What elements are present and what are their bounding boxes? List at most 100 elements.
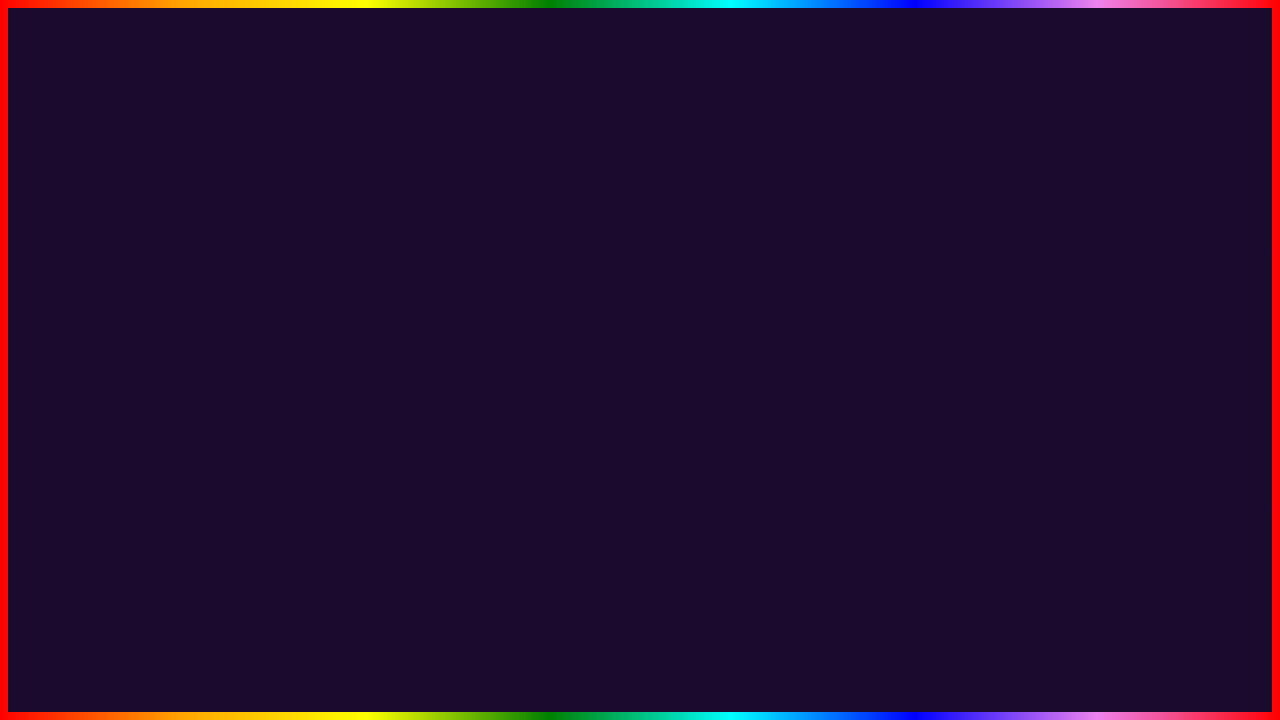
panel-item[interactable]: MM2 Auto Farm.txt	[1015, 587, 1199, 605]
panel-item[interactable]: Lumber Dominator.txt	[1015, 569, 1199, 587]
window-titlebar-4: Vega X - Script Hub | Page 3 ✕	[90, 270, 368, 295]
options-button[interactable]: Options	[693, 647, 772, 673]
list-item[interactable]: Console Output Copy Tool	[195, 355, 285, 369]
list-item[interactable]: FE Hat Oto Tools	[195, 368, 285, 382]
list-item[interactable]: R6 Replication GUI	[195, 316, 285, 330]
code-line: (0,-500,0)	[479, 601, 998, 619]
ui-themes-label[interactable]: UI Themes	[1079, 332, 1133, 344]
tab-scriptbox3[interactable]: Scriptbox3	[606, 356, 687, 378]
checkbox-box[interactable]	[481, 332, 493, 344]
refresh-button[interactable]: Refresh	[883, 647, 963, 673]
tab-scriptbox1[interactable]: Scriptbox 1	[441, 356, 525, 378]
list-item[interactable]: Robloxian Highschool 2	[325, 148, 430, 162]
list-item[interactable]: 'B To Toggle ESP	[293, 406, 370, 420]
window-title-3: Vega X - Script Hub | Page 3	[230, 94, 371, 107]
list-item[interactable]: Islands OP GUI	[97, 407, 187, 421]
window-col-misc-4: Misc. Survive The Killer Tank Warefare A…	[293, 299, 371, 433]
panel-item[interactable]: PrisonHax.txt	[1015, 605, 1199, 623]
list-item[interactable]: Acuum GUI	[98, 420, 188, 434]
list-item[interactable]: Pro-Boxing GUI	[325, 161, 430, 175]
panel-item[interactable]: Enable Reset Charac...	[1015, 533, 1199, 551]
list-item[interactable]: Loomian Legacy Jump	[438, 149, 539, 163]
window-close-4[interactable]: ✕	[346, 274, 360, 288]
transparent-checkbox[interactable]: Transparent	[481, 332, 556, 344]
col-header-extras1-3: Extras	[439, 120, 540, 133]
panel-file-list[interactable]: Advanced Prison Life... Anti-AFK.txt Aut…	[1015, 425, 1199, 640]
list-item[interactable]: Typical Colors 2 HBE	[293, 367, 371, 381]
window-cols-4: Games Car Crushers 3 GUI A Bizarre Day G…	[90, 293, 369, 440]
title-left: V Transparent	[451, 327, 556, 349]
window-cols-3: Ga... Legends... Fishing Simulator TOPKE…	[221, 112, 650, 209]
list-item[interactable]: Prison Life Gun Mod	[325, 187, 430, 201]
col-header-extras2-3: Extras	[547, 121, 637, 134]
panel-item-selected[interactable]: BrokenBonesIV.txt	[1015, 479, 1199, 497]
list-item[interactable]: Blox Fruts Cheat ESP	[293, 341, 371, 355]
panel-item[interactable]: Advanced Prison Life...	[1015, 425, 1199, 443]
window-close-3[interactable]: ✕	[628, 97, 642, 111]
code-line: if _G.farm then	[479, 475, 998, 493]
panel-item[interactable]: SharkBite.txt	[1015, 623, 1199, 640]
close-button[interactable]: ✕	[1172, 332, 1189, 345]
code-area[interactable]: 12345 678910 11121314 local player = gam…	[441, 379, 1014, 640]
col-header-games-1: Games	[45, 90, 142, 105]
list-item[interactable]: Car Crushers 3 GUI	[97, 316, 187, 330]
list-item[interactable]: Prison Life	[138, 149, 228, 164]
scroll-y[interactable]	[1006, 379, 1014, 640]
col-header-mi-3: Mi...	[326, 119, 431, 132]
list-item[interactable]: Survive The Killer	[293, 315, 371, 329]
script-hub-button[interactable]: Script Hub	[781, 647, 875, 673]
main-titlebar: V Transparent Vega X - v1.9.7a UI Themes…	[441, 321, 1199, 356]
list-item[interactable]: Lumber Tycoon 2 Break All	[294, 419, 371, 433]
panel-item[interactable]: Anti-AFK.txt	[1015, 443, 1199, 461]
add-tab-button[interactable]: Add Tab	[1015, 379, 1199, 402]
panel-item[interactable]: AutoRob.txt	[1015, 461, 1199, 479]
list-item[interactable]: Ragdoll Engine Break Map	[97, 368, 187, 382]
list-item[interactable]: The Facility	[439, 136, 540, 150]
col-header-games-4: Games	[97, 300, 187, 313]
list-item[interactable]: Blox Fruts Flower ESP	[293, 354, 371, 368]
attach-button[interactable]: Attach	[971, 647, 1043, 673]
window-col-games-2: Games Murder Mystery 2 Jailbreak Auto-Ro…	[137, 81, 228, 164]
tab-scriptbox2[interactable]: Scriptbox2	[525, 356, 606, 378]
list-item[interactable]: Frost Console Remote Spy	[195, 342, 285, 356]
list-item[interactable]: FE Trolling GUI #2	[195, 381, 285, 395]
list-item[interactable]: Tank Warefare Arcade ! E	[293, 328, 371, 342]
list-item[interactable]: Tower Of Hell Tool Giver	[97, 394, 187, 408]
list-item[interactable]: Jailbreak Auto Drive	[97, 381, 187, 395]
list-item[interactable]: Infinite Jump	[438, 162, 539, 176]
window-col-extras2-3: Extras Auto Win Script	[547, 121, 638, 203]
window-close-2[interactable]: ✕	[366, 53, 380, 67]
list-item[interactable]: A Bizarre Day GUI	[97, 329, 187, 343]
list-item[interactable]: Sorting Fren...	[325, 135, 430, 149]
scroll-thumb	[1008, 390, 1014, 430]
line-numbers: 12345 678910 11121314	[441, 379, 471, 640]
code-line: _G.farm=true	[479, 439, 998, 457]
remove-tab-button[interactable]: Remove Tab	[1015, 402, 1199, 425]
list-item[interactable]: Suf GUI	[293, 380, 371, 394]
main-content: 12345 678910 11121314 local player = gam…	[441, 379, 1199, 640]
list-item[interactable]: Auto R...	[49, 197, 146, 213]
code-line: CFrame.new(0,26,-172))	[479, 619, 998, 637]
list-item[interactable]: Fishing Simulator	[227, 147, 317, 161]
save-file-button[interactable]: Save File	[597, 647, 685, 673]
code-line: while wait(0.5) do	[479, 457, 998, 475]
list-item[interactable]: Infinite Yield	[195, 329, 285, 343]
list-item[interactable]: Roblox's Got Talent	[325, 174, 430, 188]
list-item[interactable]: Loomian Legacy Heal	[97, 355, 187, 369]
tabs-bar: Scriptbox 1 Scriptbox2 Scriptbox3	[441, 356, 1199, 379]
list-item[interactable]: Click Teleport Method 2	[293, 393, 370, 407]
list-item[interactable]: Tool Searcher / Grabber	[195, 394, 285, 408]
code-line: local player = game:GetService("Players"…	[479, 385, 998, 403]
list-item[interactable]: Auto Win Script	[547, 137, 637, 151]
code-editor[interactable]: local player = game:GetService("Players"…	[471, 379, 1006, 640]
panel-item[interactable]: Click Teleport.txt	[1015, 497, 1199, 515]
window-col-ga-3: Ga... Legends... Fishing Simulator TOPKE…	[227, 118, 318, 200]
minimize-button[interactable]: —	[1143, 332, 1162, 344]
list-item[interactable]: Suicide Gun Script	[195, 407, 285, 421]
code-line: local root = char.HumanoidRootPart	[479, 511, 998, 529]
list-item[interactable]: Loomian Legacy	[97, 342, 187, 356]
list-item[interactable]: Legends...	[227, 134, 317, 148]
list-item[interactable]: TOPKEK V4.0.0	[227, 160, 317, 174]
panel-item[interactable]: Kick Off Script.txt	[1015, 551, 1199, 569]
panel-item[interactable]: Dex Explorer V2.txt	[1015, 515, 1199, 533]
